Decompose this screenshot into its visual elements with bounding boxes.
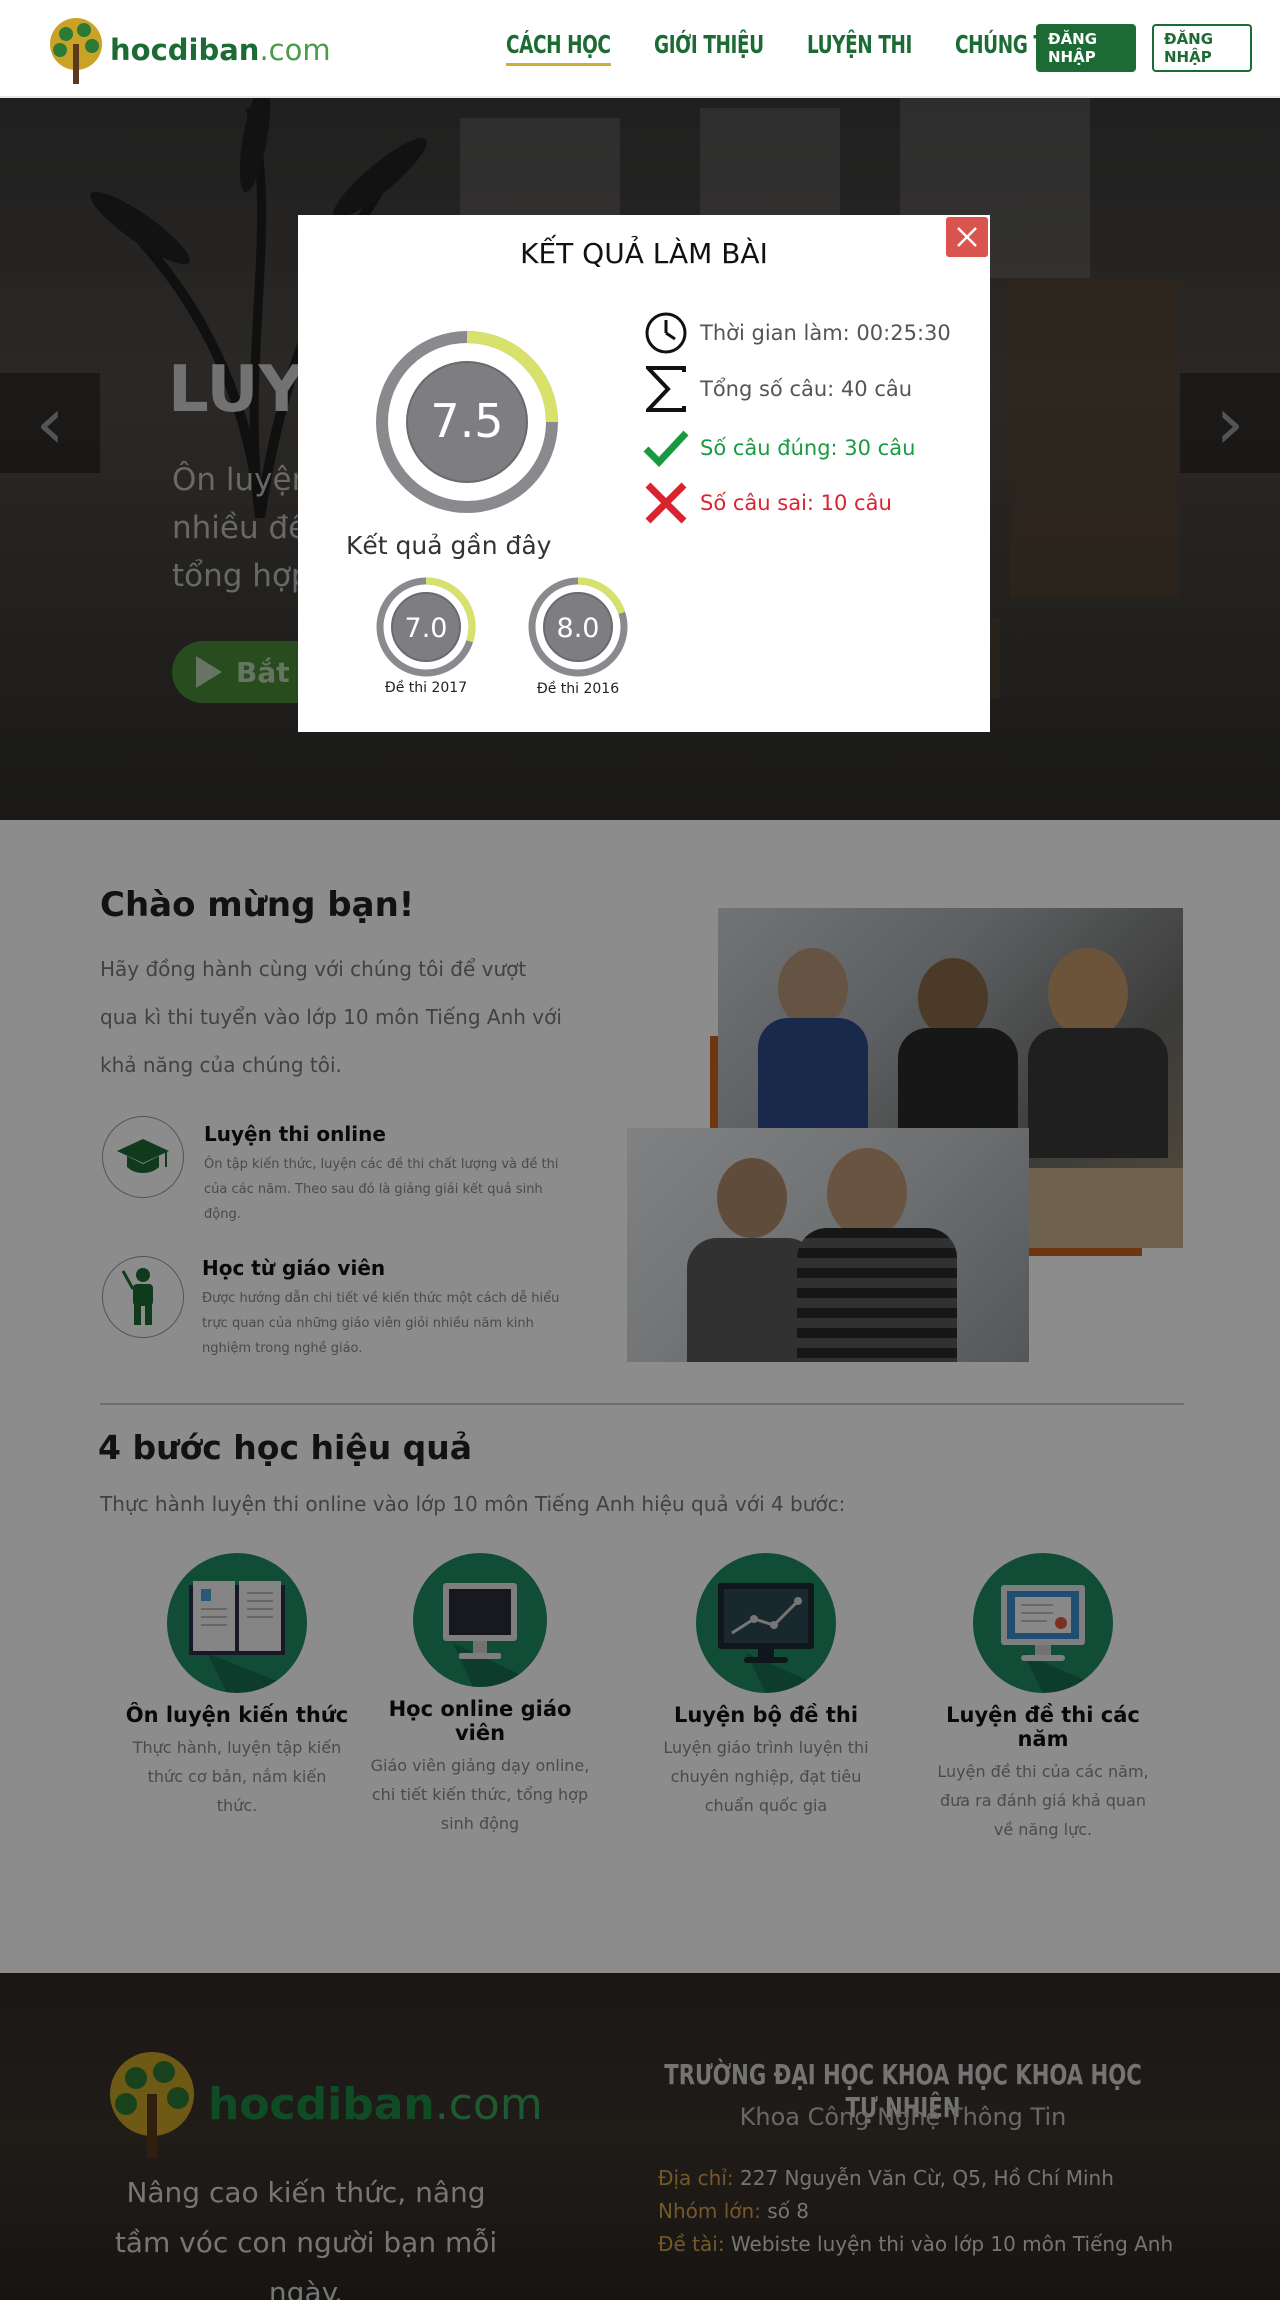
- close-icon: [957, 227, 977, 247]
- tree-logo-icon: [50, 18, 102, 84]
- stat-text: Số câu sai: 10 câu: [700, 491, 892, 515]
- score-value: 7.5: [430, 394, 503, 448]
- check-icon: [642, 424, 690, 472]
- stat-text: Tổng số câu: 40 câu: [700, 377, 913, 401]
- main-nav: CÁCH HỌC GIỚI THIỆU LUYỆN THI CHÚNG TÔI: [506, 30, 1092, 66]
- recent-score-value: 8.0: [557, 613, 600, 644]
- nav-luyen-thi[interactable]: LUYỆN THI: [807, 30, 912, 66]
- sigma-icon: [642, 365, 690, 413]
- site-logo[interactable]: hocdiban.com: [44, 14, 331, 86]
- stat-text: Thời gian làm: 00:25:30: [700, 321, 951, 345]
- modal-title: KẾT QUẢ LÀM BÀI: [520, 237, 768, 270]
- stat-text: Số câu đúng: 30 câu: [700, 436, 916, 460]
- cross-icon: [642, 479, 690, 527]
- nav-gioi-thieu[interactable]: GIỚI THIỆU: [654, 30, 764, 66]
- recent-score-ring: 7.0: [376, 577, 476, 677]
- login-button[interactable]: ĐĂNG NHẬP: [1036, 24, 1136, 72]
- site-header: hocdiban.com CÁCH HỌC GIỚI THIỆU LUYỆN T…: [0, 0, 1280, 98]
- recent-score-value: 7.0: [405, 613, 448, 644]
- score-ring: 7.5: [376, 331, 558, 513]
- stat-total: Tổng số câu: 40 câu: [642, 365, 912, 413]
- nav-cach-hoc[interactable]: CÁCH HỌC: [506, 30, 611, 66]
- clock-icon: [642, 309, 690, 357]
- recent-results-title: Kết quả gần đây: [346, 531, 552, 560]
- recent-exam-label: Đề thi 2016: [536, 681, 620, 697]
- close-button[interactable]: [946, 217, 988, 257]
- logo-name: hocdiban: [110, 33, 260, 67]
- stat-wrong: Số câu sai: 10 câu: [642, 479, 892, 527]
- recent-exam-label: Đề thi 2017: [384, 680, 468, 696]
- logo-domain: .com: [259, 33, 331, 67]
- login-outline-button[interactable]: ĐĂNG NHẬP: [1152, 24, 1252, 72]
- stat-time: Thời gian làm: 00:25:30: [642, 309, 951, 357]
- result-modal: KẾT QUẢ LÀM BÀI 7.5 Kết quả gần đây 7.0 …: [298, 215, 990, 732]
- stat-correct: Số câu đúng: 30 câu: [642, 424, 915, 472]
- recent-score-ring: 8.0: [528, 577, 628, 677]
